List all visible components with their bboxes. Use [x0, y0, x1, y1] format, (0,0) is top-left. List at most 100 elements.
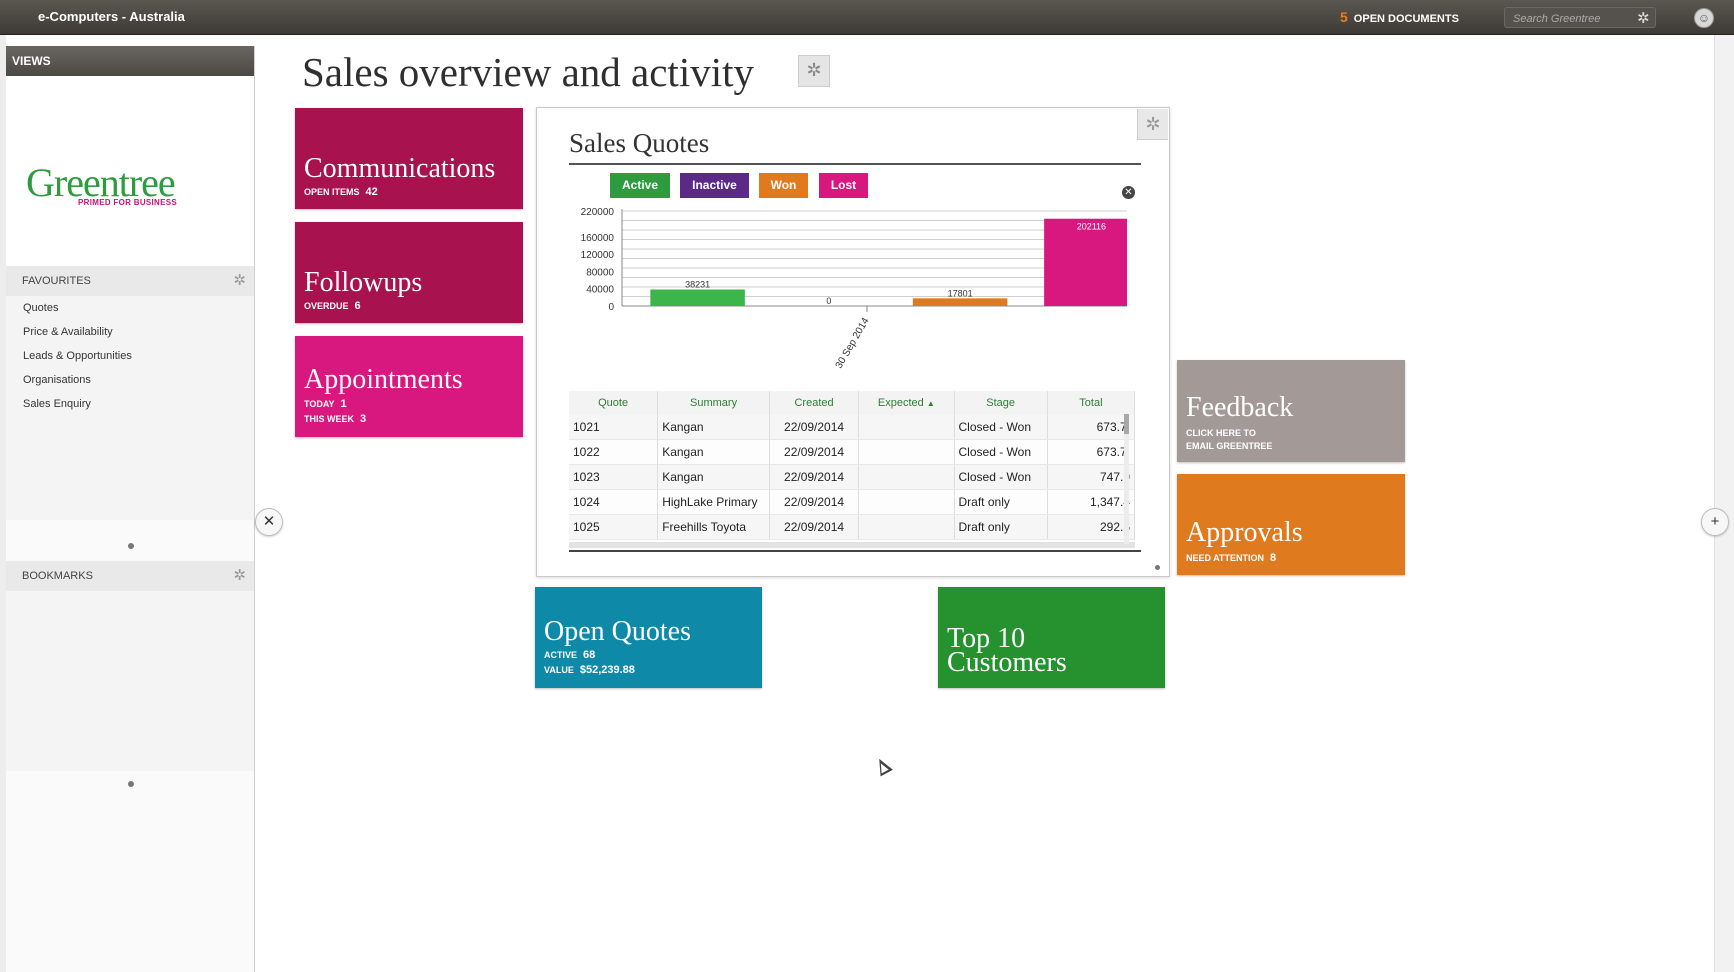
- column-header-expected[interactable]: Expected ▲: [858, 391, 955, 415]
- table-row[interactable]: 1022 Kangan 22/09/2014 Closed - Won 673.…: [569, 439, 1136, 465]
- open-quotes-tile[interactable]: Open Quotes ACTIVE 68 VALUE $52,239.88: [535, 587, 762, 688]
- cell-stage: Draft only: [954, 489, 1048, 515]
- legend-lost-button[interactable]: Lost: [819, 173, 868, 198]
- cell-summary: Kangan: [657, 439, 770, 465]
- cell-total: 747.9: [1047, 464, 1136, 490]
- cell-quote: 1023: [569, 464, 659, 490]
- cell-expected: [858, 439, 955, 465]
- table-row[interactable]: 1023 Kangan 22/09/2014 Closed - Won 747.…: [569, 464, 1136, 490]
- cell-summary: Kangan: [657, 464, 770, 490]
- followups-title: Followups: [304, 267, 423, 298]
- table-vertical-scrollbar[interactable]: [1124, 414, 1129, 544]
- appointments-tile[interactable]: Appointments TODAY 1 THIS WEEK 3: [295, 336, 523, 437]
- followups-overdue: OVERDUE 6: [304, 300, 361, 312]
- cell-expected: [858, 489, 955, 515]
- sales-quotes-panel: Sales Quotes ✲ Active Inactive Won Lost …: [536, 107, 1170, 577]
- favourites-header: FAVOURITES ✲: [6, 266, 254, 296]
- cell-quote: 1021: [569, 415, 659, 440]
- bar-value-label: 38231: [685, 279, 710, 289]
- appointments-title: Appointments: [304, 364, 463, 395]
- appointments-this-week: THIS WEEK 3: [304, 413, 367, 425]
- column-header-total[interactable]: Total: [1047, 391, 1136, 415]
- top10-customers-tile[interactable]: Top 10 Customers: [938, 587, 1165, 688]
- y-tick-label: 40000: [586, 285, 614, 296]
- cell-summary: Freehills Toyota: [657, 514, 770, 540]
- open-documents-button[interactable]: 5 OPEN DOCUMENTS: [1340, 9, 1459, 25]
- bookmarks-label: BOOKMARKS: [22, 570, 93, 582]
- title-divider: [569, 163, 1141, 165]
- table-row[interactable]: 1021 Kangan 22/09/2014 Closed - Won 673.…: [569, 415, 1136, 440]
- user-menu-icon[interactable]: ☺: [1694, 8, 1714, 28]
- chart-close-icon[interactable]: ✕: [1122, 186, 1135, 199]
- panel-resize-handle[interactable]: [1155, 565, 1160, 570]
- table-row[interactable]: 1025 Freehills Toyota 22/09/2014 Draft o…: [569, 514, 1136, 540]
- followups-tile[interactable]: Followups OVERDUE 6: [295, 222, 523, 323]
- y-tick-label: 220000: [581, 207, 615, 218]
- cell-quote: 1024: [569, 489, 659, 515]
- right-panel-edge: [1714, 35, 1734, 972]
- page-title: Sales overview and activity: [302, 49, 755, 95]
- cell-quote: 1025: [569, 514, 659, 540]
- cell-summary: HighLake Primary: [657, 489, 770, 515]
- cell-stage: Closed - Won: [954, 464, 1048, 490]
- favourites-settings-icon[interactable]: ✲: [233, 266, 246, 296]
- bar-value-label: 202116: [1077, 222, 1106, 232]
- favourite-price-availability-link[interactable]: Price & Availability: [6, 320, 254, 344]
- bar-active: [650, 289, 745, 306]
- column-header-created[interactable]: Created: [769, 391, 860, 415]
- search-settings-icon[interactable]: ✲: [1637, 9, 1650, 27]
- table-row[interactable]: 1024 HighLake Primary 22/09/2014 Draft o…: [569, 489, 1136, 515]
- favourite-quotes-link[interactable]: Quotes: [6, 296, 254, 320]
- legend-won-button[interactable]: Won: [759, 173, 808, 198]
- page-settings-icon[interactable]: ✲: [798, 55, 830, 87]
- cell-expected: [858, 464, 955, 490]
- feedback-tile[interactable]: Feedback CLICK HERE TO EMAIL GREENTREE: [1177, 360, 1405, 462]
- column-header-summary[interactable]: Summary: [657, 391, 770, 415]
- favourites-resize-handle[interactable]: [128, 543, 134, 549]
- feedback-line1: CLICK HERE TO: [1186, 428, 1256, 438]
- favourite-sales-enquiry-link[interactable]: Sales Enquiry: [6, 392, 254, 416]
- search-input[interactable]: [1511, 10, 1627, 27]
- x-category-label: 30 Sep 2014: [834, 316, 872, 371]
- table-header-row: Quote Summary Created Expected ▲ Stage T…: [569, 391, 1136, 415]
- cell-quote: 1022: [569, 439, 659, 465]
- top10-title-line2: Customers: [947, 647, 1067, 678]
- column-header-stage[interactable]: Stage: [954, 391, 1048, 415]
- approvals-need-attention: NEED ATTENTION 8: [1186, 552, 1277, 564]
- sales-quotes-settings-icon[interactable]: ✲: [1137, 109, 1168, 140]
- search-box: ✲: [1504, 7, 1656, 28]
- bar-value-label: 17801: [948, 288, 973, 298]
- table-scroll-thumb[interactable]: [1124, 414, 1129, 434]
- favourites-list: Quotes Price & Availability Leads & Oppo…: [6, 296, 254, 520]
- top-bar: e-Computers - Australia 5 OPEN DOCUMENTS …: [0, 0, 1734, 35]
- approvals-tile[interactable]: Approvals NEED ATTENTION 8: [1177, 474, 1405, 575]
- column-header-quote[interactable]: Quote: [569, 391, 659, 415]
- table-bottom-divider: [569, 550, 1141, 552]
- legend-inactive-button[interactable]: Inactive: [680, 173, 749, 198]
- cell-created: 22/09/2014: [769, 489, 860, 515]
- y-tick-label: 80000: [586, 267, 614, 278]
- bookmarks-resize-handle[interactable]: [128, 781, 134, 787]
- cell-total: 673.7.: [1047, 439, 1136, 465]
- favourite-leads-opportunities-link[interactable]: Leads & Opportunities: [6, 344, 254, 368]
- collapse-sidebar-button[interactable]: ✕: [255, 508, 283, 536]
- cell-created: 22/09/2014: [769, 439, 860, 465]
- approvals-title: Approvals: [1186, 517, 1303, 548]
- table-horizontal-scrollbar[interactable]: [569, 542, 1135, 548]
- views-header[interactable]: VIEWS: [6, 46, 254, 76]
- y-tick-label: 120000: [581, 250, 615, 261]
- expand-right-panel-button[interactable]: +: [1701, 508, 1729, 536]
- bookmarks-settings-icon[interactable]: ✲: [233, 561, 246, 591]
- bar-won: [912, 298, 1008, 306]
- favourites-label: FAVOURITES: [22, 275, 91, 287]
- favourite-organisations-link[interactable]: Organisations: [6, 368, 254, 392]
- cell-stage: Draft only: [954, 514, 1048, 540]
- communications-tile[interactable]: Communications OPEN ITEMS 42: [295, 108, 523, 209]
- open-documents-count: 5: [1340, 9, 1348, 25]
- bookmarks-list: [6, 591, 254, 771]
- cell-created: 22/09/2014: [769, 464, 860, 490]
- legend-active-button[interactable]: Active: [610, 173, 670, 198]
- bar-lost: [1044, 218, 1127, 306]
- app-title: e-Computers - Australia: [38, 9, 185, 24]
- cell-summary: Kangan: [657, 415, 770, 440]
